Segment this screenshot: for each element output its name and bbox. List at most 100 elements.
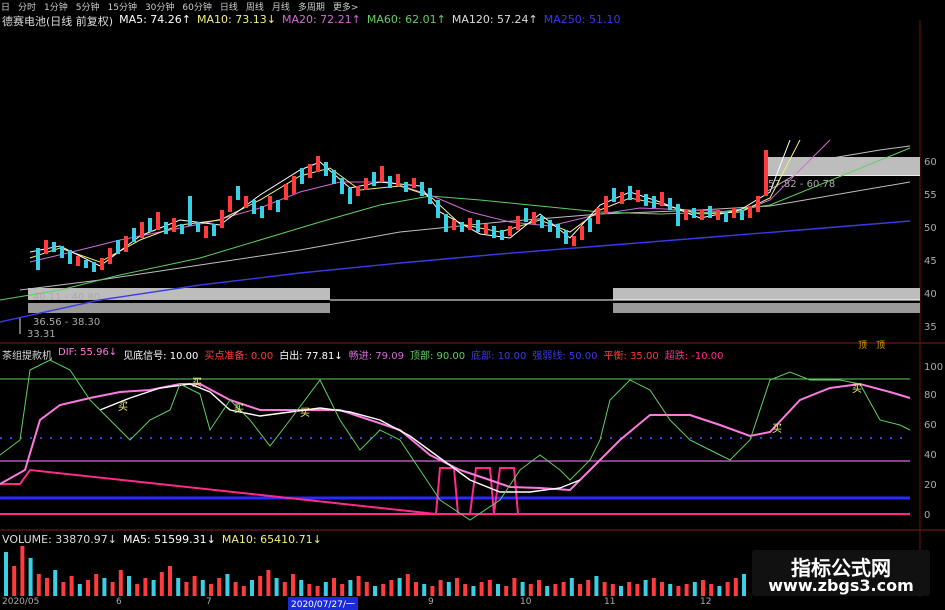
candle-up <box>292 176 296 194</box>
volume-bar <box>143 578 148 596</box>
volume-bar <box>315 586 320 596</box>
volume-bar <box>561 582 566 596</box>
candle-down <box>132 228 136 242</box>
candle-up <box>484 224 488 234</box>
candle-down <box>548 220 552 232</box>
volume-bar <box>118 570 123 596</box>
candle-down <box>260 206 264 218</box>
candle-up <box>764 150 768 196</box>
indicator-name[interactable]: 茶组提款机 <box>2 347 52 362</box>
date-axis: 2020/05 6 7 2020/07/27/一 9 10 11 12 <box>0 597 945 610</box>
candle-down <box>388 176 392 188</box>
volume-bar <box>545 586 550 596</box>
volume-bar <box>610 584 615 596</box>
volume-bar <box>61 582 66 596</box>
volume-legend: VOLUME: 33870.97↓ MA5: 51599.31↓ MA10: 6… <box>2 533 322 546</box>
zone-low-label: 36.56 - 38.30 <box>33 317 100 328</box>
candle-up <box>636 190 640 202</box>
volume-bar <box>701 580 705 596</box>
volume-bar <box>4 552 8 596</box>
volume-bar <box>217 578 222 596</box>
candle-down <box>68 250 72 264</box>
candle-down <box>404 182 408 192</box>
volume-bar <box>635 584 640 596</box>
candle-up <box>108 248 112 264</box>
volume-bar <box>192 576 197 596</box>
strong-value: 强弱线: 50.00 <box>532 351 598 362</box>
candle-down <box>252 200 256 214</box>
price-tick: 55 <box>924 190 937 201</box>
volume-bar <box>668 584 673 596</box>
volume-bar <box>12 566 17 596</box>
candle-down <box>324 162 328 176</box>
volume-bar <box>389 580 394 596</box>
candle-down <box>164 222 168 234</box>
candle-up <box>140 222 144 238</box>
candle-up <box>284 184 288 200</box>
volume-bar <box>512 578 517 596</box>
volume-bar <box>340 584 345 596</box>
volume-bar <box>323 582 328 596</box>
candle-up <box>620 192 624 204</box>
volume-bar <box>258 576 263 596</box>
exit-value: 白出: 77.81↓ <box>279 351 343 362</box>
candle-up <box>468 218 472 230</box>
volume-bar <box>619 586 623 596</box>
volume-bar <box>709 584 714 596</box>
volume-bar <box>20 546 25 596</box>
chart-canvas[interactable]: 60 55 50 45 40 35 57.82 - 60.78 40.11 - … <box>0 0 945 609</box>
volume-bar <box>241 586 246 596</box>
indicator-tick: 60 <box>924 420 937 431</box>
candle-down <box>180 224 184 234</box>
indicator-tick: 100 <box>924 362 943 373</box>
candle-down <box>564 230 568 244</box>
candle-down <box>740 210 744 220</box>
candle-up <box>412 178 416 188</box>
volume-bar <box>422 584 427 596</box>
candle-up <box>756 196 760 212</box>
candle-up <box>44 240 48 254</box>
zone-mid-label: 40.11 - 40.80 <box>33 292 100 303</box>
volume-bar <box>676 586 681 596</box>
candle-down <box>556 224 560 238</box>
buy-signal-label: 买 <box>300 407 310 419</box>
candle-up <box>244 196 248 208</box>
candle-up <box>228 196 232 212</box>
volume-bar <box>733 578 738 596</box>
volume-bar <box>94 574 99 596</box>
candle-down <box>188 196 192 226</box>
indicator-legend: 茶组提款机 DIF: 55.96↓ 见底信号: 10.00 买点准备: 0.00… <box>2 347 724 362</box>
volume-bar <box>184 582 189 596</box>
volume-bar <box>69 576 74 596</box>
candle-down <box>524 208 528 222</box>
candle-up <box>396 174 400 186</box>
buy-signal-label: 买 <box>118 401 128 413</box>
volume-bar <box>373 586 377 596</box>
date-label: 6 <box>116 597 122 607</box>
candle-down <box>348 188 352 204</box>
candle-up <box>572 236 576 246</box>
volume-bar <box>742 574 746 596</box>
date-label: 7 <box>206 597 212 607</box>
top-marker-label: 顶 <box>876 340 885 351</box>
volume-bar <box>651 578 656 596</box>
support-zone-mid-right <box>613 288 920 300</box>
volume-bar <box>725 582 730 596</box>
candle-up <box>364 178 368 190</box>
indicator-tick: 20 <box>924 480 937 491</box>
volume-bar <box>438 580 443 596</box>
watermark-url: www.zbgs3.com <box>768 576 914 595</box>
rise-value: 畅进: 79.09 <box>348 351 404 362</box>
candle-down <box>60 246 64 258</box>
indicator-tick: 40 <box>924 450 937 461</box>
candle-down <box>676 204 680 226</box>
candle-down <box>652 196 656 208</box>
candle-up <box>700 210 704 220</box>
top-value: 顶部: 90.00 <box>409 351 466 362</box>
date-cursor-label: 2020/07/27/一 <box>288 597 358 610</box>
candle-down <box>492 226 496 238</box>
drop-value: 超跌: -10.00 <box>664 351 724 362</box>
volume-panel <box>4 546 746 596</box>
volume-bar <box>168 566 172 596</box>
volume-bar <box>684 584 689 596</box>
